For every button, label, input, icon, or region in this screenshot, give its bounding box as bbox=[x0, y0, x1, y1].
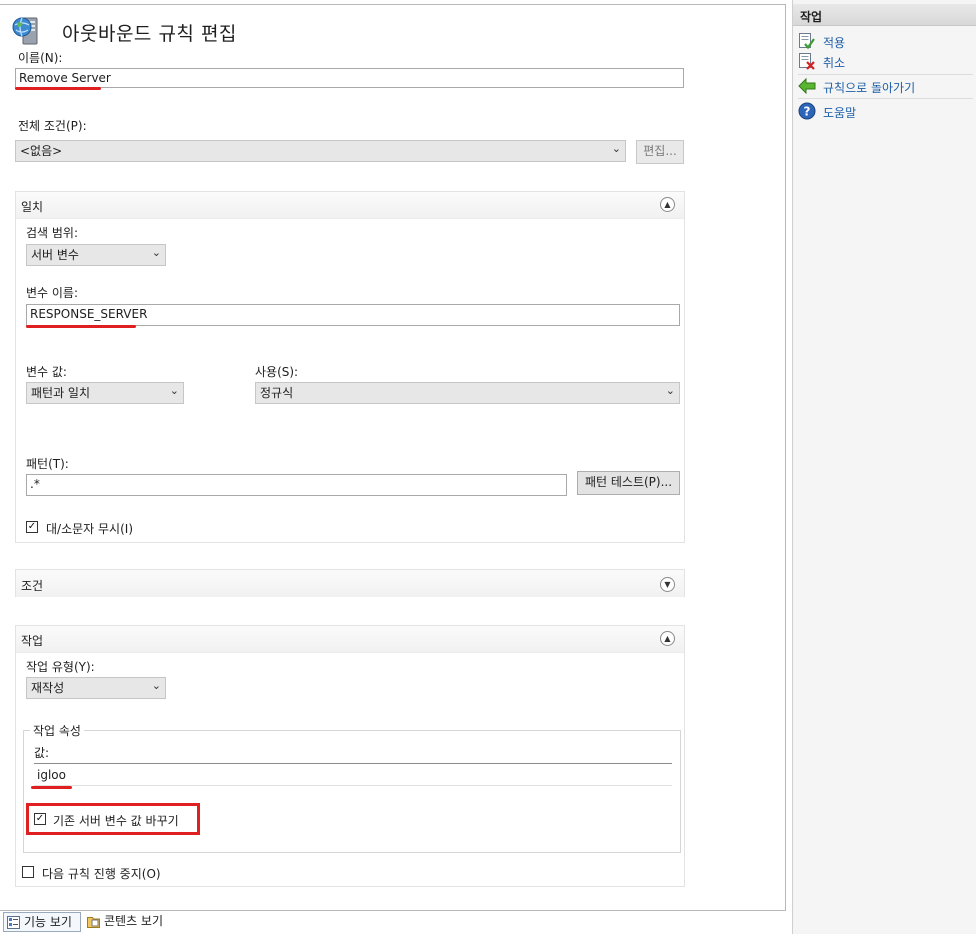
action-section-title: 작업 bbox=[21, 634, 44, 648]
action-section-header[interactable]: 작업 ▲ bbox=[16, 626, 684, 653]
svg-text:?: ? bbox=[804, 105, 811, 119]
page-title: 아웃바운드 규칙 편집 bbox=[62, 23, 237, 45]
ignore-case-label: 대/소문자 무시(I) bbox=[46, 522, 134, 536]
main-panel: 아웃바운드 규칙 편집 이름(N): Remove Server 전체 조건(P… bbox=[0, 4, 786, 911]
conditions-section: 조건 ▼ bbox=[15, 569, 685, 597]
chevron-down-icon: ⌄ bbox=[151, 679, 161, 692]
content-view-icon bbox=[87, 915, 100, 928]
back-to-rules-action[interactable]: 규칙으로 돌아가기 bbox=[798, 77, 968, 95]
name-label: 이름(N): bbox=[18, 51, 63, 65]
view-tabs: 기능 보기 콘텐츠 보기 bbox=[0, 912, 790, 934]
divider bbox=[798, 98, 973, 99]
help-icon: ? bbox=[798, 102, 816, 120]
expand-chevron-icon[interactable]: ▼ bbox=[660, 577, 675, 592]
varname-field[interactable]: RESPONSE_SERVER bbox=[26, 304, 680, 326]
varvalue-select[interactable]: 패턴과 일치 ⌄ bbox=[26, 382, 184, 404]
match-section-title: 일치 bbox=[21, 200, 44, 214]
stop-processing-checkbox[interactable] bbox=[22, 866, 34, 878]
help-label: 도움말 bbox=[823, 106, 857, 120]
name-field[interactable]: Remove Server bbox=[15, 68, 684, 88]
varvalue-value: 패턴과 일치 bbox=[31, 386, 91, 400]
varvalue-label: 변수 값: bbox=[26, 365, 67, 379]
features-view-icon bbox=[7, 916, 20, 929]
varname-highlight-underline bbox=[26, 325, 136, 328]
ignore-case-checkbox[interactable]: ✓ bbox=[26, 521, 38, 533]
replace-existing-label: 기존 서버 변수 값 바꾸기 bbox=[53, 814, 179, 828]
back-arrow-icon bbox=[798, 77, 816, 95]
value-highlight-underline bbox=[31, 786, 72, 789]
precondition-value: <없음> bbox=[20, 144, 63, 158]
cancel-label: 취소 bbox=[823, 56, 846, 70]
edit-precondition-button[interactable]: 편집... bbox=[636, 140, 684, 164]
using-label: 사용(S): bbox=[255, 365, 299, 379]
using-value: 정규식 bbox=[260, 386, 294, 400]
actions-pane: 작업 적용 취소 규칙으로 돌아가기 ? 도움말 bbox=[792, 0, 976, 934]
tab-content-view[interactable]: 콘텐츠 보기 bbox=[84, 912, 174, 932]
chevron-down-icon: ⌄ bbox=[665, 384, 675, 397]
apply-action[interactable]: 적용 bbox=[798, 32, 968, 50]
back-to-rules-label: 규칙으로 돌아가기 bbox=[823, 81, 916, 95]
scope-value: 서버 변수 bbox=[31, 248, 79, 262]
server-globe-icon bbox=[11, 15, 43, 47]
scope-select[interactable]: 서버 변수 ⌄ bbox=[26, 244, 166, 266]
apply-label: 적용 bbox=[823, 36, 846, 50]
cancel-icon bbox=[798, 52, 816, 70]
replace-existing-checkbox[interactable]: ✓ bbox=[34, 813, 46, 825]
actions-pane-title: 작업 bbox=[800, 10, 823, 24]
stop-processing-label: 다음 규칙 진행 중지(O) bbox=[42, 867, 161, 881]
chevron-down-icon: ⌄ bbox=[151, 246, 161, 259]
chevron-down-icon: ⌄ bbox=[169, 384, 179, 397]
conditions-section-header[interactable]: 조건 ▼ bbox=[16, 570, 684, 597]
using-select[interactable]: 정규식 ⌄ bbox=[255, 382, 680, 404]
action-type-select[interactable]: 재작성 ⌄ bbox=[26, 677, 166, 699]
pattern-field[interactable]: .* bbox=[26, 474, 567, 496]
varname-label: 변수 이름: bbox=[26, 286, 79, 300]
action-properties-legend: 작업 속성 bbox=[30, 722, 84, 739]
chevron-down-icon: ⌄ bbox=[611, 142, 621, 155]
divider bbox=[798, 74, 973, 75]
test-pattern-button[interactable]: 패턴 테스트(P)... bbox=[577, 471, 680, 495]
action-section: 작업 ▲ 작업 유형(Y): 재작성 ⌄ 작업 속성 값: igloo ✓ 기존… bbox=[15, 625, 685, 887]
collapse-chevron-icon[interactable]: ▲ bbox=[660, 197, 675, 212]
precondition-label: 전체 조건(P): bbox=[18, 119, 87, 133]
tab-features-view-label: 기능 보기 bbox=[24, 915, 72, 929]
name-highlight-underline bbox=[15, 87, 101, 90]
tab-features-view[interactable]: 기능 보기 bbox=[3, 912, 81, 932]
cancel-action[interactable]: 취소 bbox=[798, 52, 968, 70]
value-field[interactable]: igloo bbox=[34, 763, 672, 786]
pattern-label: 패턴(T): bbox=[26, 457, 69, 471]
scope-label: 검색 범위: bbox=[26, 226, 79, 240]
tab-content-view-label: 콘텐츠 보기 bbox=[104, 914, 164, 928]
action-type-value: 재작성 bbox=[31, 681, 65, 695]
actions-pane-header: 작업 bbox=[793, 4, 976, 26]
collapse-chevron-icon[interactable]: ▲ bbox=[660, 631, 675, 646]
match-section: 일치 ▲ 검색 범위: 서버 변수 ⌄ 변수 이름: RESPONSE_SERV… bbox=[15, 191, 685, 543]
value-label: 값: bbox=[34, 746, 50, 760]
help-action[interactable]: ? 도움말 bbox=[798, 102, 968, 120]
apply-icon bbox=[798, 32, 816, 50]
match-section-header[interactable]: 일치 ▲ bbox=[16, 192, 684, 219]
conditions-section-title: 조건 bbox=[21, 579, 44, 593]
action-type-label: 작업 유형(Y): bbox=[26, 660, 95, 674]
precondition-select[interactable]: <없음> ⌄ bbox=[15, 140, 626, 162]
